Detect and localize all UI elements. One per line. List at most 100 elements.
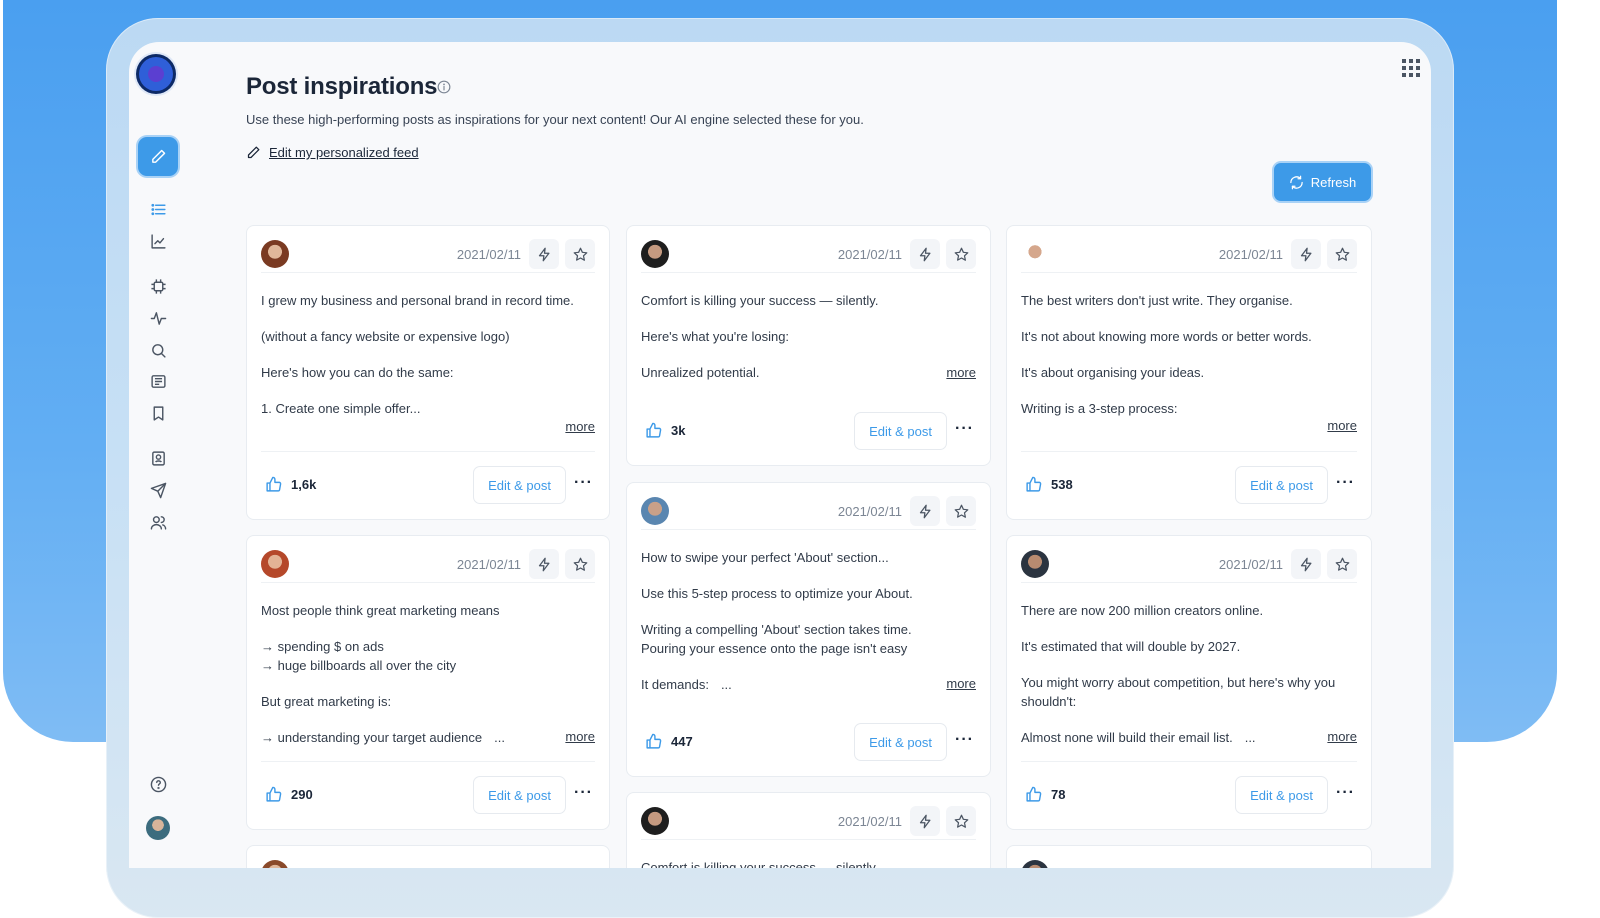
post-line: Writing is a 3-step process: bbox=[1021, 401, 1178, 416]
edit-and-post-button[interactable]: Edit & post bbox=[1235, 466, 1328, 504]
sidebar-item-activity[interactable] bbox=[147, 307, 169, 329]
edit-feed-link[interactable]: Edit my personalized feed bbox=[246, 145, 419, 160]
star-icon bbox=[573, 557, 587, 571]
thumbs-up-icon bbox=[646, 733, 662, 749]
post-body: How to swipe your perfect 'About' sectio… bbox=[641, 548, 976, 694]
post-card: 2021/02/11 Comfort is killing your succe… bbox=[626, 225, 991, 466]
edit-and-post-button[interactable]: Edit & post bbox=[473, 466, 566, 504]
post-line: Comfort is killing your success — silent… bbox=[641, 860, 879, 868]
more-options-button[interactable]: ··· bbox=[955, 420, 974, 438]
divider bbox=[261, 451, 595, 452]
author-avatar[interactable] bbox=[1021, 550, 1049, 578]
post-card: 2021/02/11 How to swipe your perfect 'Ab… bbox=[626, 482, 991, 777]
star-icon bbox=[954, 814, 968, 828]
post-date: 2021/02/11 bbox=[456, 557, 521, 572]
favorite-button[interactable] bbox=[1327, 239, 1357, 269]
post-body: There are now 200 million creators onlin… bbox=[1021, 601, 1357, 747]
sidebar-item-analytics[interactable] bbox=[147, 230, 169, 252]
app-logo[interactable] bbox=[139, 57, 173, 91]
help-button[interactable] bbox=[147, 773, 169, 795]
boost-button[interactable] bbox=[910, 239, 940, 269]
author-avatar[interactable] bbox=[261, 550, 289, 578]
favorite-button[interactable] bbox=[946, 496, 976, 526]
author-avatar[interactable] bbox=[1021, 240, 1049, 268]
boost-button[interactable] bbox=[1291, 549, 1321, 579]
thumbs-up-icon bbox=[266, 786, 282, 802]
more-link[interactable]: more bbox=[565, 729, 595, 744]
post-line: There are now 200 million creators onlin… bbox=[1021, 603, 1264, 618]
favorite-button[interactable] bbox=[946, 239, 976, 269]
thumbs-up-icon bbox=[266, 476, 282, 492]
more-options-button[interactable]: ··· bbox=[955, 731, 974, 749]
refresh-label: Refresh bbox=[1310, 174, 1357, 190]
author-avatar[interactable] bbox=[1021, 860, 1049, 868]
boost-button[interactable] bbox=[910, 496, 940, 526]
favorite-button[interactable] bbox=[565, 549, 595, 579]
more-link[interactable]: more bbox=[1327, 418, 1357, 433]
sidebar-item-list[interactable] bbox=[147, 198, 169, 220]
author-avatar[interactable] bbox=[261, 240, 289, 268]
more-options-button[interactable]: ··· bbox=[574, 474, 593, 492]
post-line: → understanding your target audience bbox=[261, 730, 483, 745]
boost-button[interactable] bbox=[529, 549, 559, 579]
thumbs-up-icon bbox=[1026, 786, 1042, 802]
sidebar-item-saved[interactable] bbox=[147, 402, 169, 424]
apps-grid-icon[interactable] bbox=[1402, 59, 1420, 77]
likes-value: 538 bbox=[1051, 477, 1073, 492]
refresh-button[interactable]: Refresh bbox=[1274, 163, 1371, 201]
post-line: → spending $ on ads bbox=[261, 639, 384, 654]
ellipsis: ... bbox=[720, 677, 732, 692]
more-link[interactable]: more bbox=[565, 419, 595, 434]
more-link[interactable]: more bbox=[946, 365, 976, 380]
edit-and-post-button[interactable]: Edit & post bbox=[854, 412, 947, 450]
boost-button[interactable] bbox=[1291, 239, 1321, 269]
info-icon[interactable] bbox=[437, 80, 451, 94]
more-link[interactable]: more bbox=[1327, 729, 1357, 744]
star-icon bbox=[1335, 557, 1349, 571]
sidebar-item-contacts[interactable] bbox=[147, 447, 169, 469]
favorite-button[interactable] bbox=[946, 806, 976, 836]
post-body: Most people think great marketing means … bbox=[261, 601, 595, 747]
lightning-icon bbox=[919, 814, 930, 828]
author-avatar[interactable] bbox=[641, 497, 669, 525]
edit-and-post-button[interactable]: Edit & post bbox=[854, 723, 947, 761]
send-icon bbox=[150, 482, 166, 498]
post-card bbox=[1006, 845, 1372, 868]
sidebar-item-create[interactable] bbox=[138, 137, 178, 176]
more-link[interactable]: more bbox=[946, 676, 976, 691]
thumbs-up-icon bbox=[1026, 476, 1042, 492]
post-line: It demands: bbox=[641, 677, 709, 692]
favorite-button[interactable] bbox=[565, 239, 595, 269]
more-options-button[interactable]: ··· bbox=[1336, 784, 1355, 802]
post-line: 1. Create one simple offer... bbox=[261, 401, 421, 416]
boost-button[interactable] bbox=[529, 239, 559, 269]
sidebar-item-ai[interactable] bbox=[147, 275, 169, 297]
lightning-icon bbox=[919, 504, 930, 518]
newspaper-icon bbox=[150, 374, 166, 388]
divider bbox=[261, 761, 595, 762]
post-line: Writing a compelling 'About' section tak… bbox=[641, 622, 912, 637]
edit-and-post-button[interactable]: Edit & post bbox=[1235, 776, 1328, 814]
user-avatar[interactable] bbox=[146, 816, 170, 840]
likes-count: 447 bbox=[645, 733, 693, 750]
author-avatar[interactable] bbox=[261, 860, 289, 868]
post-body: Comfort is killing your success — silent… bbox=[641, 858, 976, 868]
post-line: Here's how you can do the same: bbox=[261, 365, 454, 380]
chart-line-icon bbox=[150, 233, 166, 249]
author-avatar[interactable] bbox=[641, 807, 669, 835]
boost-button[interactable] bbox=[910, 806, 940, 836]
sidebar-item-send[interactable] bbox=[147, 479, 169, 501]
more-options-button[interactable]: ··· bbox=[574, 784, 593, 802]
post-line: You might worry about competition, but h… bbox=[1021, 675, 1336, 709]
favorite-button[interactable] bbox=[1327, 549, 1357, 579]
more-options-button[interactable]: ··· bbox=[1336, 474, 1355, 492]
post-line: → huge billboards all over the city bbox=[261, 658, 457, 673]
author-avatar[interactable] bbox=[641, 240, 669, 268]
sidebar-item-news[interactable] bbox=[147, 370, 169, 392]
sidebar-item-team[interactable] bbox=[147, 511, 169, 533]
post-card: 2021/02/11 The best writers don't just w… bbox=[1006, 225, 1372, 520]
edit-and-post-button[interactable]: Edit & post bbox=[473, 776, 566, 814]
sidebar-item-search[interactable] bbox=[147, 339, 169, 361]
post-card bbox=[246, 845, 610, 868]
refresh-icon bbox=[1289, 175, 1303, 189]
